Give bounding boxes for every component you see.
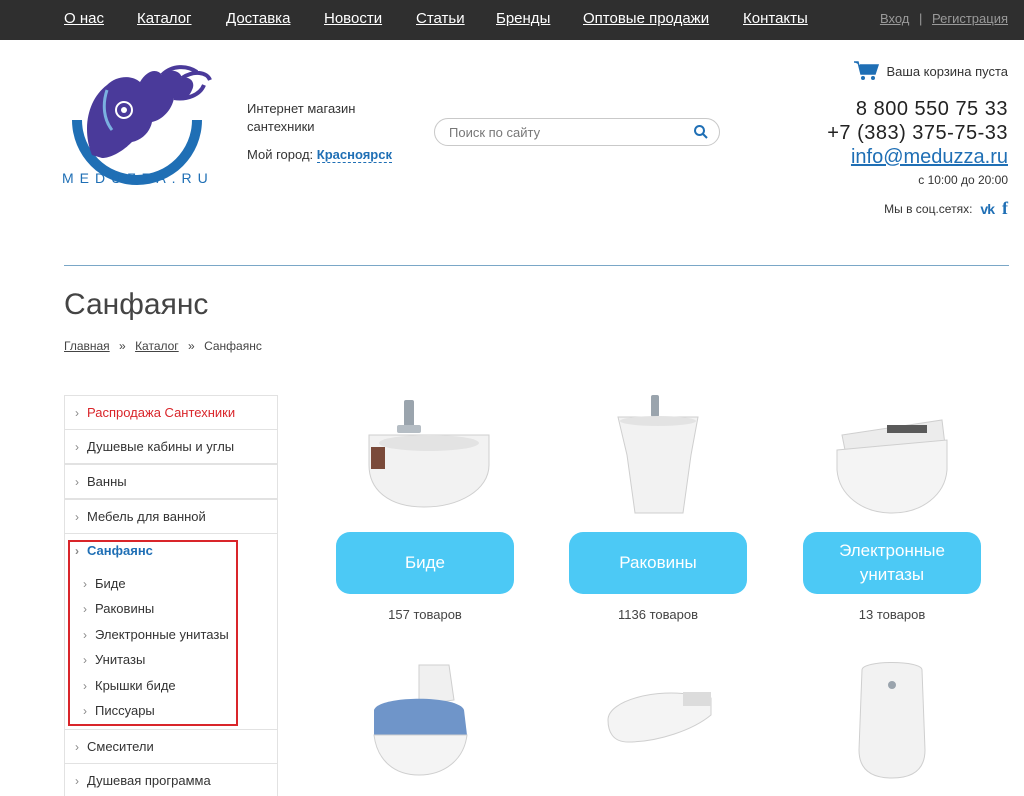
auth-separator: |: [918, 11, 923, 26]
search-icon[interactable]: [693, 124, 709, 140]
sink-image[interactable]: [583, 395, 733, 525]
phone-tollfree[interactable]: 8 800 550 75 33: [827, 97, 1008, 121]
sidebar-item-label: Смесители: [87, 739, 154, 754]
logo-text: MEDUZZA.RU: [62, 170, 214, 186]
urinal-image[interactable]: [817, 660, 967, 790]
sidebar-item-shower-program[interactable]: › Душевая программа: [65, 763, 277, 796]
category-button-bidet[interactable]: Биде: [336, 532, 514, 594]
social-label: Мы в соц.сетях:: [884, 201, 973, 216]
breadcrumb: Главная » Каталог » Санфаянс: [64, 339, 262, 353]
sidebar-item-label: Душевая программа: [87, 773, 211, 788]
sidebar-item-label: Душевые кабины и углы: [87, 439, 235, 454]
nav-link-wholesale[interactable]: Оптовые продажи: [583, 10, 709, 27]
sidebar-item-baths[interactable]: › Ванны: [65, 464, 277, 499]
toilet-image[interactable]: [349, 660, 499, 790]
nav-link-brands[interactable]: Бренды: [496, 10, 550, 27]
register-link[interactable]: Регистрация: [932, 11, 1008, 26]
chevron-right-icon: ›: [75, 740, 79, 754]
bidet-lid-picture: [607, 692, 712, 743]
sidebar-item-shower-cabins[interactable]: › Душевые кабины и углы: [65, 429, 277, 464]
city-link[interactable]: Красноярск: [316, 147, 392, 163]
breadcrumb-catalog[interactable]: Каталог: [135, 339, 179, 353]
chevron-right-icon: ›: [75, 440, 79, 454]
city-label: Мой город:: [247, 147, 314, 162]
sidebar-item-sale[interactable]: › Распродажа Сантехники: [65, 395, 277, 430]
breadcrumb-current: Санфаянс: [204, 339, 262, 353]
electronic-toilet-picture: [836, 419, 948, 514]
search-box: [434, 118, 720, 146]
category-count: 157 товаров: [388, 607, 462, 622]
social-links: Мы в соц.сетях: vk f: [884, 198, 1008, 219]
nav-link-contacts[interactable]: Контакты: [743, 10, 808, 27]
header-divider: [64, 265, 1009, 266]
sidebar-item-mixers[interactable]: › Смесители: [65, 729, 277, 764]
logo-jellyfish-image: [72, 65, 212, 185]
urinal-picture: [858, 662, 926, 779]
site-logo[interactable]: MEDUZZA.RU: [62, 60, 212, 210]
sidebar-item-furniture[interactable]: › Мебель для ванной: [65, 499, 277, 534]
highlight-box: [68, 540, 238, 726]
chevron-right-icon: ›: [75, 510, 79, 524]
breadcrumb-separator: »: [119, 339, 126, 353]
sidebar-item-label: Ванны: [87, 474, 127, 489]
chevron-right-icon: ›: [75, 475, 79, 489]
cart-icon: [853, 61, 879, 80]
top-navigation-bar: О нас Каталог Доставка Новости Статьи Бр…: [0, 0, 1024, 40]
toilet-picture: [373, 664, 468, 776]
vk-icon[interactable]: vk: [980, 201, 995, 217]
cart-widget[interactable]: Ваша корзина пуста: [853, 60, 1009, 82]
bidet-lid-image[interactable]: [583, 660, 733, 790]
breadcrumb-separator: »: [188, 339, 195, 353]
electronic-toilet-image[interactable]: [817, 395, 967, 525]
category-count: 13 товаров: [858, 607, 926, 622]
nav-link-articles[interactable]: Статьи: [416, 10, 465, 27]
category-count: 1136 товаров: [618, 607, 698, 622]
sidebar-item-label: Распродажа Сантехники: [87, 405, 236, 420]
nav-link-delivery[interactable]: Доставка: [226, 10, 290, 27]
chevron-right-icon: ›: [75, 406, 79, 420]
category-button-sinks[interactable]: Раковины: [569, 532, 747, 594]
shop-description: Интернет магазин сантехники: [247, 101, 356, 134]
cart-status: Ваша корзина пуста: [886, 63, 1009, 79]
category-button-electronic-toilets[interactable]: Электронные унитазы: [803, 532, 981, 594]
bidet-image[interactable]: [349, 395, 499, 525]
sink-picture: [617, 395, 699, 514]
contact-block: 8 800 550 75 33 +7 (383) 375-75-33 info@…: [827, 97, 1008, 191]
email-link[interactable]: info@meduzza.ru: [827, 145, 1008, 169]
breadcrumb-home[interactable]: Главная: [64, 339, 110, 353]
phone-local[interactable]: +7 (383) 375-75-33: [827, 121, 1008, 145]
bidet-picture: [368, 400, 490, 508]
auth-links: Вход | Регистрация: [880, 11, 1008, 26]
city-selector: Мой город: Красноярск: [247, 147, 392, 163]
nav-link-about[interactable]: О нас: [64, 10, 104, 27]
facebook-icon[interactable]: f: [1002, 198, 1008, 219]
search-input[interactable]: [449, 123, 679, 141]
working-hours: с 10:00 до 20:00: [918, 173, 1008, 187]
login-link[interactable]: Вход: [880, 11, 909, 26]
nav-link-news[interactable]: Новости: [324, 10, 382, 27]
page-title: Санфаянс: [64, 288, 209, 321]
nav-link-catalog[interactable]: Каталог: [137, 10, 192, 27]
chevron-right-icon: ›: [75, 774, 79, 788]
sidebar-item-label: Мебель для ванной: [87, 509, 206, 524]
